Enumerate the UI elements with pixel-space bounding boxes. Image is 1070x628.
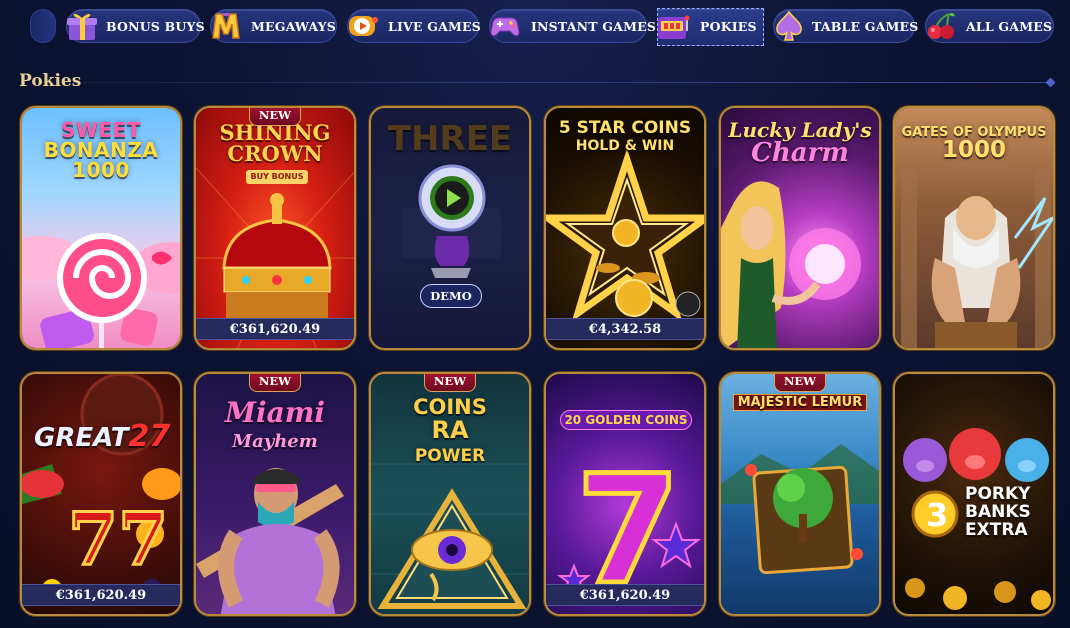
nav-item-label: POKIES (700, 19, 757, 34)
nav-item-label: BONUS BUYS (106, 19, 205, 34)
nav-item-live-games[interactable]: LIVE GAMES (344, 7, 481, 45)
game-title: GREAT27 (34, 419, 171, 454)
section-title: Pokies (19, 71, 82, 91)
game-title: GATES OF OLYMPUS 1000 (901, 125, 1047, 163)
section-divider (82, 82, 1052, 83)
nav-item-all-games[interactable]: ALL GAMES (925, 9, 1054, 43)
nav-scroll-left[interactable] (30, 9, 56, 43)
svg-text:77: 77 (68, 496, 168, 581)
gamepad-icon (486, 7, 524, 45)
buy-bonus-label: BUY BONUS (246, 170, 308, 184)
new-badge: NEW (424, 374, 476, 392)
nav-item-label: TABLE GAMES (812, 19, 919, 34)
jackpot-amount: €361,620.49 (196, 318, 354, 340)
demo-button[interactable]: DEMO (420, 284, 482, 308)
game-title: MAJESTIC LEMUR (721, 394, 879, 411)
new-badge: NEW (774, 374, 826, 392)
nav-item-label: ALL GAMES (966, 19, 1053, 34)
game-tile-great-27[interactable]: 77 GREAT27 €361,620.49 (20, 372, 182, 616)
game-title: SWEET BONANZA 1000 (43, 118, 159, 182)
gift-box-icon (63, 7, 101, 45)
game-tile-shining-crown[interactable]: NEW SHINING CROWN BUY BONUS €361,620.49 (194, 106, 356, 350)
game-title: 5 STAR COINS HOLD & WIN (558, 118, 692, 154)
slot-machine-icon (654, 8, 692, 46)
nav-item-label: MEGAWAYS (251, 19, 336, 34)
game-tile-coins-of-ra[interactable]: NEW COINS RA POWER (369, 372, 531, 616)
megaways-m-icon (207, 7, 245, 45)
game-title: COINS RA POWER (413, 395, 487, 467)
game-tile-book-of-majestic-lemur[interactable]: NEW MAJESTIC LEMUR (719, 372, 881, 616)
jackpot-amount: €361,620.49 (546, 584, 704, 606)
game-tile-5-star-coins[interactable]: 5 STAR COINS HOLD & WIN €4,342.58 (544, 106, 706, 350)
nav-item-instant-games[interactable]: INSTANT GAMES (486, 7, 656, 45)
game-tile-lucky-ladys-charm[interactable]: Lucky Lady's Charm (719, 106, 881, 350)
game-tile-gates-of-olympus-1000[interactable]: GATES OF OLYMPUS 1000 (893, 106, 1055, 350)
nav-item-bonus-buys[interactable]: BONUS BUYS (63, 7, 205, 45)
spade-icon (770, 7, 808, 45)
game-title: Miami Mayhem (224, 396, 326, 453)
game-tile-three[interactable]: THREE DEMO (369, 106, 531, 350)
nav-item-pokies[interactable]: POKIES (657, 8, 764, 46)
cherries-icon (922, 7, 960, 45)
game-title: SHINING CROWN (219, 120, 331, 166)
new-badge: NEW (249, 374, 301, 392)
nav-item-label: LIVE GAMES (388, 19, 481, 34)
section-divider-diamond (1045, 77, 1056, 88)
jackpot-amount: €4,342.58 (546, 318, 704, 340)
game-tile-sweet-bonanza-1000[interactable]: SWEET BONANZA 1000 (20, 106, 182, 350)
jackpot-amount: €361,620.49 (22, 584, 180, 606)
game-tile-miami-mayhem[interactable]: NEW Miami Mayhem (194, 372, 356, 616)
nav-item-label: INSTANT GAMES (531, 19, 657, 34)
game-title: Lucky Lady's Charm (728, 118, 872, 168)
game-title: 20 GOLDEN COINS (560, 410, 692, 430)
game-title: PORKY BANKS EXTRA (965, 484, 1031, 540)
game-tile-3-porky-banks-extra[interactable]: 3 PORKY BANKS EXTRA (893, 372, 1055, 616)
svg-text:3: 3 (926, 496, 948, 534)
game-tile-20-golden-coins[interactable]: 7 20 GOLDEN COINS €361,620.49 (544, 372, 706, 616)
game-title: THREE (387, 119, 513, 159)
live-play-icon (344, 7, 382, 45)
nav-item-table-games[interactable]: TABLE GAMES (770, 7, 918, 45)
new-badge: NEW (249, 108, 301, 126)
category-nav: BONUS BUYS MEGAWAYS LIVE GAMES INSTANT G… (0, 0, 1070, 52)
game-art: 77 (22, 374, 180, 614)
nav-item-megaways[interactable]: MEGAWAYS (210, 9, 337, 43)
